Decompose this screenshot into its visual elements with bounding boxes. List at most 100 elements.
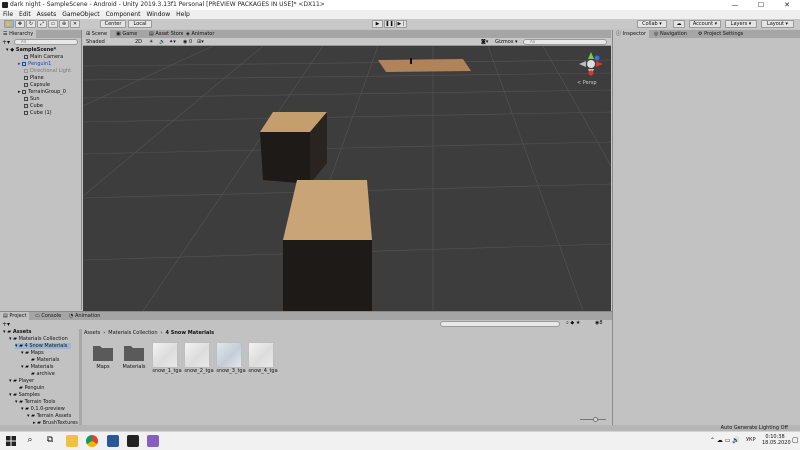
breadcrumb-materials-collection[interactable]: Materials Collection (108, 330, 157, 336)
tree-item-4-snow-materials[interactable]: ▾ ▰ 4 Snow Materials (15, 343, 72, 349)
keyboard-language[interactable]: УКР (746, 437, 756, 443)
collab-dropdown[interactable]: Collab ▾ (637, 20, 667, 28)
hierarchy-item-plane[interactable]: Plane (24, 75, 44, 81)
tab-inspector[interactable]: ⓘ Inspector (613, 30, 649, 38)
hierarchy-item-cube[interactable]: Cube (24, 103, 43, 109)
asset-snow-4[interactable]: snow_4_tga (248, 342, 278, 374)
persp-label[interactable]: < Persp (577, 80, 605, 86)
2d-toggle[interactable]: 2D (135, 39, 145, 45)
hierarchy-item-sun[interactable]: Sun (24, 96, 40, 102)
grid-icon[interactable]: ⊞▾ (197, 39, 204, 45)
asset-snow-2[interactable]: snow_2_tga (184, 342, 214, 374)
asset-folder-maps[interactable]: Maps (90, 342, 116, 370)
rect-tool-icon[interactable]: ▭ (48, 20, 58, 28)
scene-root[interactable]: ▾ ◆ SampleScene* (6, 47, 56, 53)
tab-project[interactable]: ▤ Project (0, 312, 30, 320)
menu-edit[interactable]: Edit (16, 10, 34, 19)
tree-item-samples[interactable]: ▾ ▰ Samples (9, 392, 40, 398)
task-view-icon[interactable]: ⧉ (44, 435, 56, 447)
layers-dropdown[interactable]: Layers ▾ (725, 20, 757, 28)
menu-assets[interactable]: Assets (34, 10, 60, 19)
move-tool-icon[interactable]: ✥ (15, 20, 25, 28)
cloud-icon[interactable]: ☁ (673, 20, 685, 28)
step-icon[interactable]: ▶❘ (396, 20, 407, 28)
tab-asset-store[interactable]: ▤ Asset Store (146, 30, 187, 38)
orientation-gizmo[interactable]: < Persp (577, 50, 605, 86)
asset-folder-materials[interactable]: Materials (120, 342, 148, 370)
scene-viewport[interactable]: < Persp (83, 46, 611, 311)
hierarchy-item-main-camera[interactable]: Main Camera (24, 54, 63, 60)
create-plus-icon[interactable]: +▾ (2, 39, 10, 46)
hand-tool-icon[interactable]: ✋ (4, 20, 14, 28)
tree-item-maps[interactable]: ▾ ▰ Maps (21, 350, 44, 356)
menu-gameobject[interactable]: GameObject (59, 10, 102, 19)
hierarchy-item-penguin1[interactable]: ▸ Penguin1 (18, 61, 51, 67)
tray-icons[interactable]: ⌃ ☁ ▭ 🔊 (710, 437, 740, 444)
breadcrumb-current[interactable]: 4 Snow Materials (166, 330, 215, 336)
menu-window[interactable]: Window (143, 10, 173, 19)
tab-scene[interactable]: ⊞ Scene (83, 30, 111, 38)
maximize-button[interactable]: ☐ (748, 0, 774, 10)
search-icon[interactable]: ⌕ (24, 435, 36, 447)
gizmos-dropdown[interactable]: Gizmos ▾ (495, 39, 518, 45)
camera-settings-icon[interactable]: ◙▾ (481, 39, 488, 45)
unity-icon[interactable] (127, 435, 139, 447)
tab-navigation[interactable]: ◎ Navigation (651, 30, 690, 38)
tree-item-terrain-assets[interactable]: ▾ ▰ Terrain Assets (27, 413, 71, 419)
menu-help[interactable]: Help (173, 10, 193, 19)
custom-tool-icon[interactable]: ✕ (70, 20, 80, 28)
minimize-button[interactable]: — (722, 0, 748, 10)
account-dropdown[interactable]: Account ▾ (689, 20, 721, 28)
menu-file[interactable]: File (0, 10, 16, 19)
clock[interactable]: 0:10:38 18.05.2020 (762, 434, 791, 446)
close-button[interactable]: ✕ (774, 0, 800, 10)
asset-snow-3[interactable]: snow_3_tga (216, 342, 246, 374)
pivot-center-toggle[interactable]: Center (100, 20, 126, 28)
effects-icon[interactable]: ✦▾ (169, 39, 176, 45)
layout-dropdown[interactable]: Layout ▾ (761, 20, 794, 28)
tab-game[interactable]: ▣ Game (113, 30, 141, 38)
lighting-icon[interactable]: ☀ (149, 39, 153, 45)
hierarchy-item-terraingroup[interactable]: ▸ TerrainGroup_0 (18, 89, 66, 95)
project-create-icon[interactable]: +▾ (2, 321, 10, 328)
play-icon[interactable]: ▶ (372, 20, 383, 28)
tab-project-settings[interactable]: ⚙ Project Settings (695, 30, 747, 38)
hidden-objects-icon[interactable]: ◉ 0 (183, 39, 192, 45)
tree-item-materials-collection[interactable]: ▾ ▰ Materials Collection (9, 336, 68, 342)
tree-item-archive[interactable]: ▰ archive (31, 371, 55, 377)
notifications-icon[interactable]: ▢ (792, 436, 799, 444)
tree-item-materials-sub[interactable]: ▰ Materials (31, 357, 59, 363)
tree-item-player[interactable]: ▾ ▰ Player (9, 378, 34, 384)
pivot-space-toggle[interactable]: Local (128, 20, 152, 28)
menu-component[interactable]: Component (103, 10, 144, 19)
scale-tool-icon[interactable]: ⤢ (37, 20, 47, 28)
project-search-input[interactable] (440, 321, 560, 327)
tree-item-terrain-tools[interactable]: ▾ ▰ Terrain Tools (15, 399, 55, 405)
scene-search-input[interactable]: All (523, 39, 607, 45)
tree-item-penguin[interactable]: ▰ Penguin (19, 385, 44, 391)
file-explorer-icon[interactable] (66, 435, 78, 447)
tree-item-materials[interactable]: ▾ ▰ Materials (21, 364, 53, 370)
pause-icon[interactable]: ❚❚ (384, 20, 395, 28)
hierarchy-item-cube-1[interactable]: Cube (1) (24, 110, 52, 116)
shading-mode-dropdown[interactable]: Shaded (84, 39, 132, 45)
breadcrumb-assets[interactable]: Assets (84, 330, 100, 336)
hierarchy-item-directional-light[interactable]: Directional Light (24, 68, 71, 74)
tree-scrollbar[interactable] (79, 329, 82, 426)
hierarchy-item-capsule[interactable]: Capsule (24, 82, 50, 88)
slider-thumb[interactable] (593, 417, 598, 422)
hierarchy-search-input[interactable]: All (14, 39, 78, 45)
tab-hierarchy[interactable]: ☰ Hierarchy (0, 30, 37, 38)
rotate-tool-icon[interactable]: ↻ (26, 20, 36, 28)
tab-animation[interactable]: ◔ Animation (66, 312, 104, 320)
windows-start-icon[interactable] (5, 435, 17, 447)
tab-animator[interactable]: ◈ Animator (183, 30, 218, 38)
filter-icons[interactable]: ⌕ ◆ ★ (566, 320, 580, 326)
word-icon[interactable] (107, 435, 119, 447)
tree-item-preview[interactable]: ▾ ▰ 0.1.0-preview (21, 406, 65, 412)
visual-studio-icon[interactable] (147, 435, 159, 447)
tab-console[interactable]: ▭ Console (32, 312, 65, 320)
tree-item-assets[interactable]: ▾ ▰ Assets (3, 329, 31, 335)
chrome-icon[interactable] (86, 435, 98, 447)
audio-icon[interactable]: 🔈 (159, 39, 165, 45)
